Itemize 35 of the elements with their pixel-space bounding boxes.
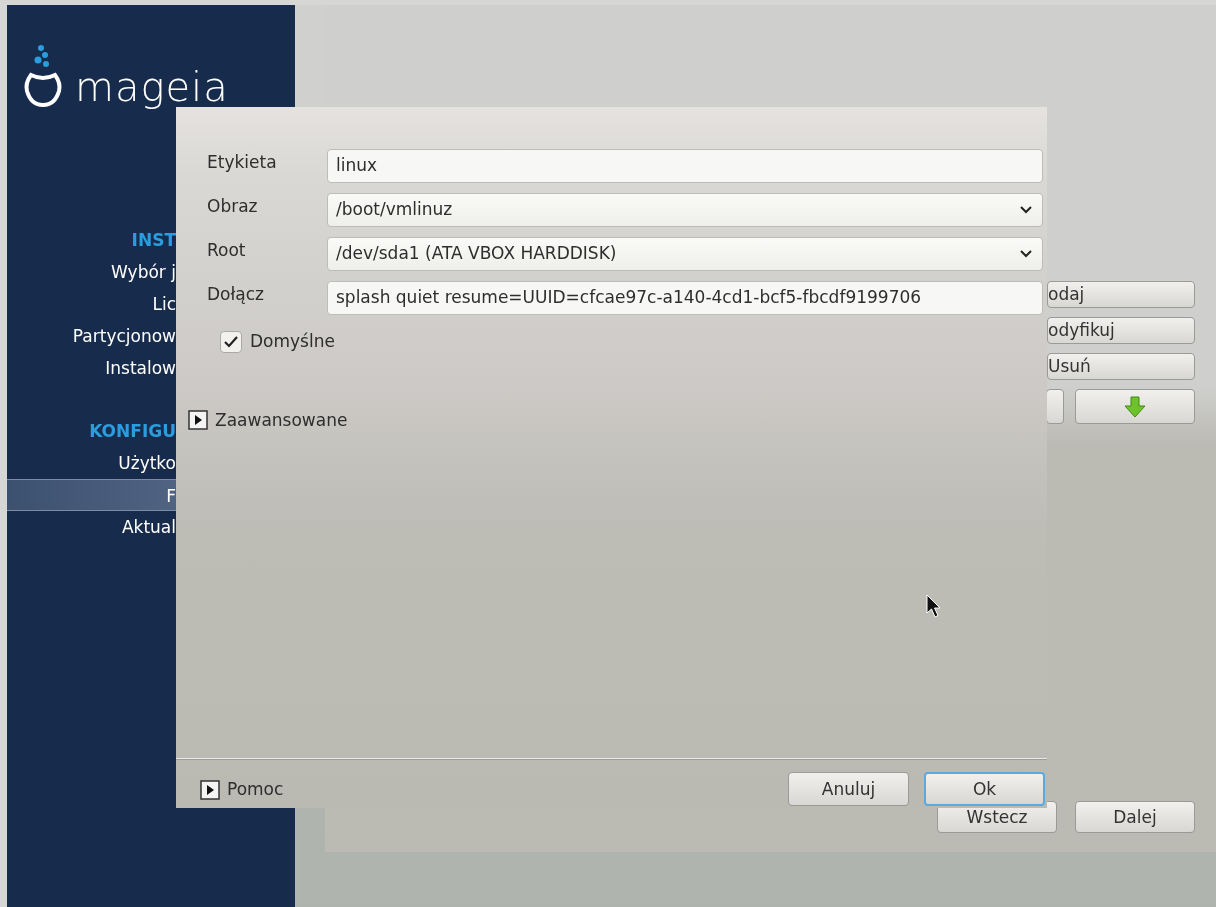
field-label: Root [207, 239, 247, 262]
sidebar-item[interactable]: Lic [152, 294, 176, 314]
input-field[interactable]: splash quiet resume=UUID=cfcae97c-a140-4cd1-bcf5-fbcdf9199706 [327, 281, 1043, 315]
sidebar-item[interactable]: Aktual [121, 517, 176, 537]
down-arrow-icon [1123, 394, 1147, 419]
sidebar-section-title: INST [131, 230, 176, 250]
dialog-button[interactable]: Anuluj [788, 772, 909, 806]
chevron-down-icon [1020, 250, 1032, 258]
dropdown[interactable]: /dev/sda1 (ATA VBOX HARDDISK) [327, 237, 1043, 271]
side-button[interactable]: odaj [1047, 281, 1195, 308]
sidebar-item[interactable]: F [166, 486, 176, 506]
sidebar-item[interactable]: Partycjonow [72, 326, 176, 346]
side-button[interactable]: Usuń [1047, 353, 1195, 380]
expander-label[interactable]: Pomoc [227, 777, 284, 803]
checkbox-label: Domyślne [250, 330, 335, 353]
check-icon [224, 335, 238, 348]
logo-text: mageia [75, 67, 229, 107]
sidebar-section-title: KONFIGU [89, 421, 176, 441]
expander-label[interactable]: Zaawansowane [215, 407, 348, 433]
sidebar-item[interactable]: Wybór j [111, 262, 176, 282]
side-button[interactable]: odyfikuj [1047, 317, 1195, 344]
chevron-down-icon [1020, 206, 1032, 214]
field-label: Etykieta [207, 151, 278, 174]
dropdown[interactable]: /boot/vmlinuz [327, 193, 1043, 227]
nav-button[interactable]: Dalej [1075, 801, 1195, 833]
expander-icon[interactable] [188, 410, 208, 431]
expander-icon[interactable] [200, 780, 220, 800]
sidebar-item[interactable]: Użytko [118, 453, 176, 473]
sidebar-item[interactable]: Instalow [105, 358, 176, 378]
field-label: Obraz [207, 195, 259, 218]
dialog-button[interactable]: Ok [924, 772, 1045, 806]
checkbox[interactable] [220, 330, 242, 353]
input-field[interactable]: linux [327, 149, 1043, 183]
mouse-pointer-icon [926, 594, 942, 618]
field-label: Dołącz [207, 283, 265, 306]
